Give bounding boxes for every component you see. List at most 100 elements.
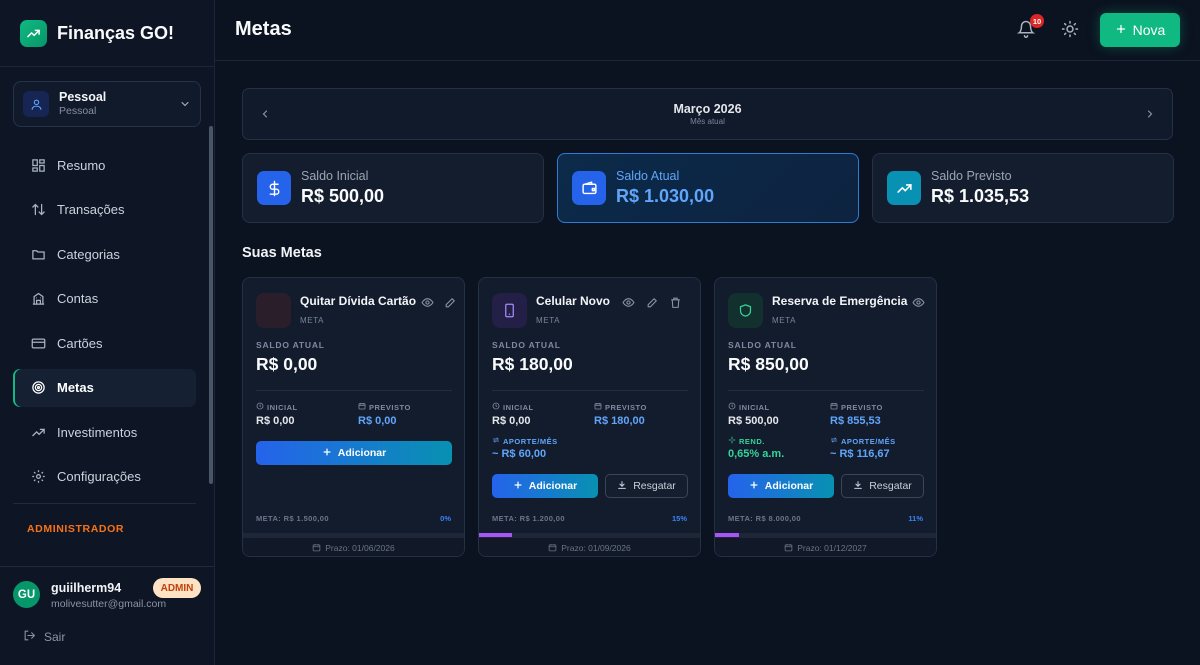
section-title: Suas Metas [242,245,322,261]
eye-icon[interactable] [622,296,636,310]
initial-value: R$ 0,00 [492,415,531,427]
goal-target: META: R$ 1.500,00 [256,514,329,523]
forecast-value: R$ 180,00 [594,415,645,427]
forecast-value: R$ 855,53 [830,415,881,427]
withdraw-button[interactable]: Resgatar [605,474,688,498]
sun-icon[interactable] [1061,20,1081,40]
yield-value: 0,65% a.m. [728,448,785,460]
chevron-down-icon [179,97,191,115]
profile-subtitle: Pessoal [59,105,97,117]
sidebar-item-categorias[interactable]: Categorias [13,235,196,273]
card-icon [256,293,291,328]
repeat-icon [492,436,500,446]
user-email: molivesutter@gmail.com [51,598,167,610]
month-name: Março 2026 [673,102,742,116]
divider [492,390,688,391]
trash-icon[interactable] [669,296,683,310]
forecast-value: R$ 0,00 [358,415,397,427]
wallet-icon [572,171,606,205]
user-name: guiilherm94 [51,581,122,595]
logout-button[interactable]: Sair [23,629,65,645]
sidebar-item-contas[interactable]: Contas [13,280,196,318]
add-button[interactable]: Adicionar [492,474,598,498]
profile-name: Pessoal [59,90,107,104]
page-title: Metas [235,18,292,40]
download-icon [853,480,863,493]
initial-value: R$ 0,00 [256,415,295,427]
goal-type: META [536,316,561,325]
avatar[interactable]: GU [13,581,40,608]
goal-deadline: Prazo: 01/06/2026 [243,537,464,556]
profile-selector[interactable]: Pessoal Pessoal [13,81,201,127]
calendar-icon [830,402,838,412]
brand[interactable]: Finanças GO! [20,20,174,47]
initial-value: R$ 500,00 [728,415,779,427]
monthly-contribution-label: APORTE/MÊS [830,436,896,446]
plus-icon [513,480,523,493]
history-icon [728,402,736,412]
sidebar-nav: Resumo Transações Categorias Contas Cart… [13,146,196,502]
add-button[interactable]: Adicionar [256,441,452,465]
summary-value: R$ 1.030,00 [616,186,715,206]
calendar-icon [594,402,602,412]
initial-label: INICIAL [728,402,770,412]
initial-label: INICIAL [256,402,298,412]
goal-deadline: Prazo: 01/12/2027 [715,537,936,556]
sidebar-item-resumo[interactable]: Resumo [13,146,196,184]
notification-count: 10 [1030,14,1044,28]
sidebar-item-investimentos[interactable]: Investimentos [13,413,196,451]
forecast-label: PREVISTO [358,402,411,412]
plus-icon [1115,22,1127,38]
withdraw-button[interactable]: Resgatar [841,474,924,498]
monthly-contribution-value: ~ R$ 60,00 [492,448,547,460]
sidebar-item-configuracoes[interactable]: Configurações [13,458,196,496]
sidebar-item-metas[interactable]: Metas [13,368,196,407]
shield-icon [728,293,763,328]
summary-card-saldo-inicial: Saldo Inicial R$ 500,00 [242,153,544,223]
balance-value: R$ 180,00 [492,354,573,374]
download-icon [617,480,627,493]
summary-value: R$ 1.035,53 [931,186,1030,206]
calendar-icon [312,543,321,554]
sidebar: Finanças GO! Pessoal Pessoal Resumo Tran… [0,0,215,665]
new-button-label: Nova [1132,22,1166,38]
logout-label: Sair [44,630,66,644]
target-icon [30,380,46,396]
eye-icon[interactable] [421,296,435,310]
history-icon [492,402,500,412]
summary-card-saldo-atual: Saldo Atual R$ 1.030,00 [557,153,859,223]
goal-target: META: R$ 1.200,00 [492,514,565,523]
summary-card-saldo-previsto: Saldo Previsto R$ 1.035,53 [872,153,1174,223]
add-button[interactable]: Adicionar [728,474,834,498]
goal-name: Quitar Dívida Cartão [300,294,417,308]
trending-up-icon [887,171,921,205]
chevron-right-icon[interactable] [1144,107,1156,125]
eye-icon[interactable] [912,296,926,310]
sidebar-scrollbar[interactable] [209,126,213,484]
repeat-icon [830,436,838,446]
sidebar-item-cartoes[interactable]: Cartões [13,324,196,362]
balance-label: SALDO ATUAL [256,340,325,350]
calendar-icon [548,543,557,554]
sidebar-item-label: Configurações [57,469,141,484]
divider [0,566,214,567]
month-selector: Março 2026 Mês atual [242,88,1173,140]
sidebar-item-label: Investimentos [57,424,138,440]
initial-label: INICIAL [492,402,534,412]
history-icon [256,402,264,412]
sidebar-item-transacoes[interactable]: Transações [13,191,196,229]
balance-label: SALDO ATUAL [728,340,797,350]
divider [0,66,214,67]
user-icon [23,91,49,117]
yield-label: REND. [728,436,765,446]
balance-value: R$ 0,00 [256,354,318,374]
calendar-icon [784,543,793,554]
edit-icon[interactable] [646,296,660,310]
new-button[interactable]: Nova [1100,13,1180,47]
goal-card: Quitar Dívida Cartão META SALDO ATUAL R$… [242,277,465,557]
trending-up-icon [30,424,46,440]
logout-icon [23,629,36,645]
goal-card: Reserva de Emergência META SALDO ATUAL R… [714,277,937,557]
edit-icon[interactable] [444,296,458,310]
divider [256,390,452,391]
